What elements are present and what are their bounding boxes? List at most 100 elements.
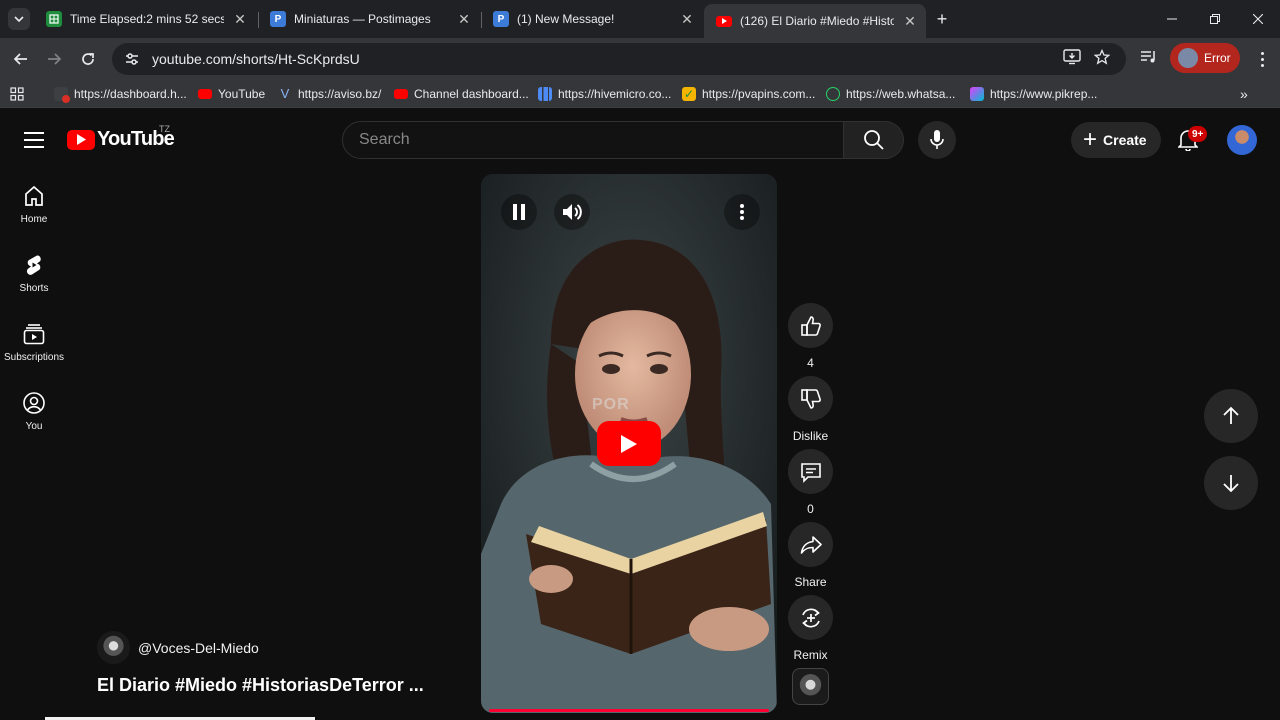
restore-button[interactable] [1193, 0, 1237, 38]
profile-error-button[interactable]: Error [1170, 43, 1240, 73]
tab-title: (1) New Message! [517, 12, 615, 26]
youtube-masthead: YouTube TZ Search + Create 9+ [0, 108, 1280, 170]
more-bookmarks-button[interactable]: » [1240, 85, 1248, 103]
volume-icon [563, 204, 582, 220]
bookmark-whatsapp[interactable]: https://web.whatsa... [826, 85, 955, 103]
share-button[interactable] [788, 522, 833, 567]
reload-button[interactable] [76, 47, 100, 71]
plus-icon: + [1083, 126, 1098, 153]
more-vertical-icon [740, 204, 744, 220]
chevron-double-right-icon: » [1240, 86, 1248, 102]
close-tab-icon[interactable]: ✕ [456, 11, 472, 27]
youtube-icon [716, 15, 732, 27]
like-count: 4 [807, 356, 814, 370]
share-action[interactable]: Share [788, 522, 833, 589]
voice-search-button[interactable] [918, 121, 956, 159]
tab-title: Time Elapsed:2 mins 52 secs [70, 12, 224, 26]
queue-music-icon [1141, 51, 1155, 63]
remix-button[interactable] [788, 595, 833, 640]
progress-bar[interactable] [489, 709, 769, 712]
remix-action[interactable]: Remix [788, 595, 833, 662]
close-window-button[interactable] [1236, 0, 1280, 38]
browser-menu-icon[interactable] [1252, 48, 1272, 70]
thumbs-up-icon [800, 315, 821, 336]
search-placeholder: Search [359, 131, 410, 148]
guide-menu-icon[interactable] [22, 128, 46, 152]
pause-button[interactable] [501, 194, 537, 230]
account-avatar[interactable] [1227, 125, 1257, 155]
site-info-icon[interactable] [122, 51, 142, 67]
previous-short-button[interactable] [1204, 389, 1258, 443]
bookmark-pvapins[interactable]: ✓ https://pvapins.com... [682, 85, 815, 103]
tab-title: Miniaturas — Postimages [294, 12, 431, 26]
guide-label: You [25, 420, 43, 432]
bookmark-dashboard[interactable]: https://dashboard.h... [54, 85, 187, 103]
bookmark-label: YouTube [218, 87, 266, 101]
close-tab-icon[interactable]: ✕ [902, 13, 918, 29]
guide-item-subscriptions[interactable]: Subscriptions [0, 310, 68, 374]
dislike-action[interactable]: Dislike [788, 376, 833, 443]
tab-search-button[interactable] [8, 8, 30, 30]
you-icon [23, 391, 45, 414]
create-label: Create [1103, 132, 1147, 148]
dislike-button[interactable] [788, 376, 833, 421]
apps-button[interactable] [10, 85, 24, 103]
share-label: Share [794, 575, 827, 589]
more-options-button[interactable] [724, 194, 760, 230]
channel-handle[interactable]: @Voces-Del-Miedo [138, 640, 259, 656]
tab-new-message[interactable]: P (1) New Message! ✕ [481, 4, 703, 34]
comments-action[interactable]: 0 [788, 449, 833, 516]
plus-icon: + [936, 8, 948, 29]
dislike-label: Dislike [792, 429, 829, 443]
bookmark-youtube[interactable]: YouTube [198, 85, 265, 103]
close-tab-icon[interactable]: ✕ [232, 11, 248, 27]
youtube-logo[interactable]: YouTube TZ [67, 124, 175, 151]
bookmark-hivemicro[interactable]: https://hivemicro.co... [538, 85, 671, 103]
tab-postimages[interactable]: P Miniaturas — Postimages ✕ [258, 4, 480, 34]
next-short-button[interactable] [1204, 456, 1258, 510]
search-input[interactable]: Search [342, 121, 844, 159]
address-bar[interactable]: youtube.com/shorts/Ht-ScKprdsU [112, 43, 1126, 75]
chevron-down-icon [14, 16, 24, 23]
guide-item-you[interactable]: You [0, 379, 68, 443]
youtube-play-logo-icon [67, 129, 95, 150]
bookmark-label: https://web.whatsa... [846, 87, 956, 101]
sheets-icon [46, 11, 62, 27]
tab-time-elapsed[interactable]: Time Elapsed:2 mins 52 secs ✕ [34, 4, 256, 34]
like-action[interactable]: 4 [788, 303, 833, 370]
whatsapp-icon [826, 87, 840, 101]
forward-button[interactable] [42, 47, 66, 71]
pvapins-icon: ✓ [682, 87, 696, 101]
minimize-button[interactable] [1150, 0, 1194, 38]
back-button[interactable] [9, 47, 33, 71]
short-title[interactable]: El Diario #Miedo #HistoriasDeTerror ... [97, 675, 437, 696]
close-tab-icon[interactable]: ✕ [679, 11, 695, 27]
bookmark-channel-dashboard[interactable]: Channel dashboard... [394, 85, 529, 103]
like-button[interactable] [788, 303, 833, 348]
url-text: youtube.com/shorts/Ht-ScKprdsU [152, 51, 360, 67]
subscriptions-icon [23, 323, 45, 344]
bookmark-pikrepo[interactable]: https://www.pikrep... [970, 85, 1097, 103]
volume-button[interactable] [554, 194, 590, 230]
aviso-icon: V [280, 86, 290, 101]
create-button[interactable]: + Create [1071, 122, 1161, 158]
tab-youtube-active[interactable]: (126) El Diario #Miedo #Historias ✕ [704, 4, 926, 38]
search-button[interactable] [844, 121, 904, 159]
guide-item-home[interactable]: Home [0, 172, 68, 236]
profile-label: Error [1204, 51, 1231, 65]
bookmark-aviso[interactable]: V https://aviso.bz/ [278, 85, 382, 103]
video-watermark: POR [592, 396, 630, 413]
audio-source-thumbnail[interactable] [792, 668, 829, 705]
comments-button[interactable] [788, 449, 833, 494]
bookmark-label: Channel dashboard... [414, 87, 529, 101]
channel-avatar[interactable] [97, 631, 130, 664]
guide-item-shorts[interactable]: Shorts [0, 241, 68, 305]
bookmark-star-button[interactable] [1091, 46, 1113, 68]
install-app-button[interactable] [1061, 46, 1083, 68]
media-controls-button[interactable] [1138, 46, 1160, 68]
shorts-player[interactable]: POR [481, 174, 777, 713]
new-tab-button[interactable]: + [932, 9, 952, 29]
channel-info[interactable]: @Voces-Del-Miedo [97, 631, 259, 664]
play-overlay-button[interactable] [597, 421, 661, 466]
pikrepo-icon [970, 87, 984, 101]
